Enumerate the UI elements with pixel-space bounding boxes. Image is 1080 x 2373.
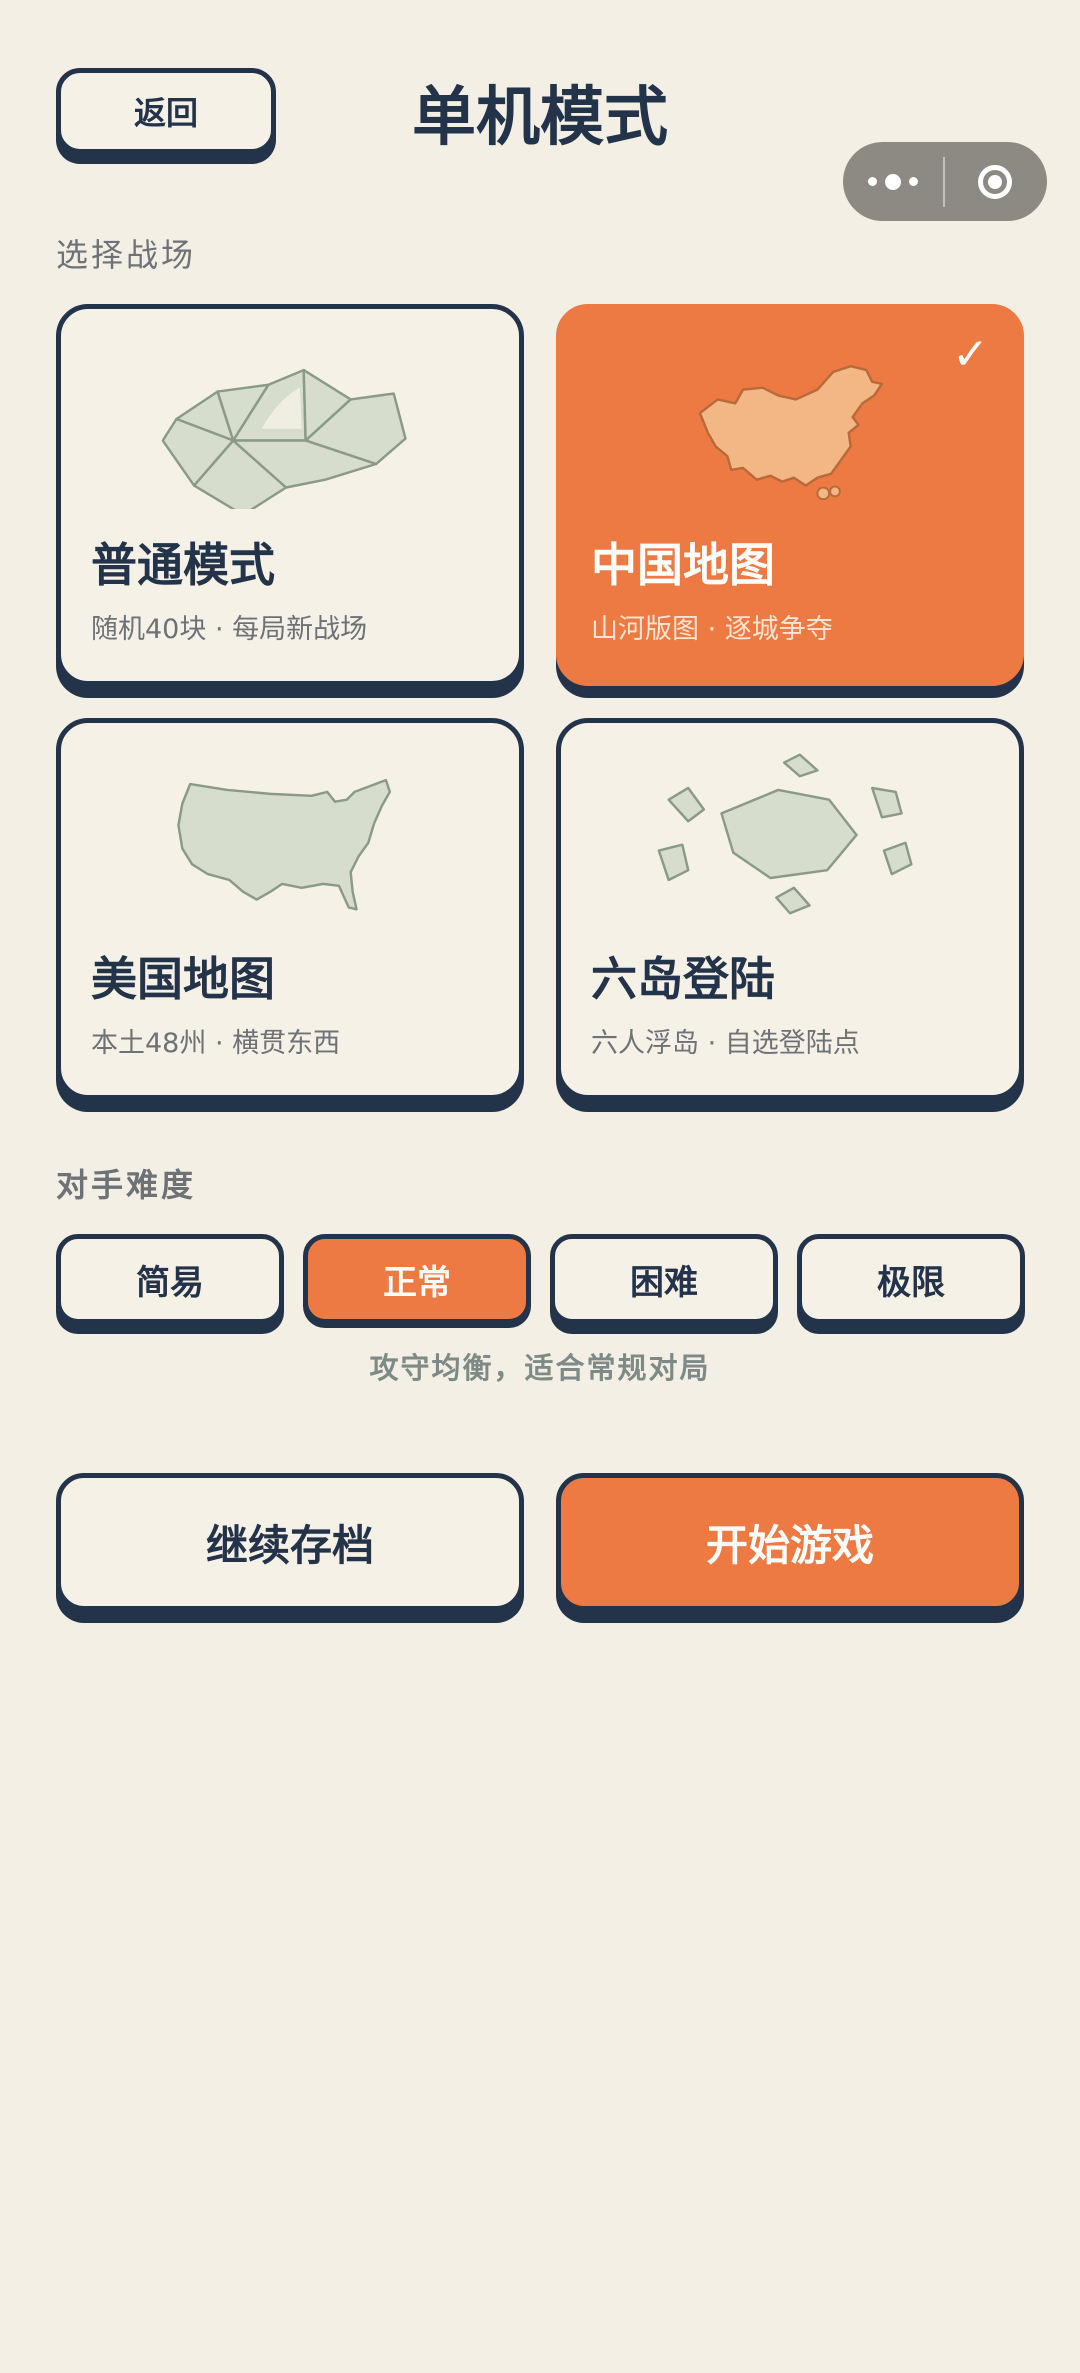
card-title: 美国地图 — [91, 952, 275, 1006]
polygon-map-icon — [161, 368, 407, 509]
difficulty-description: 攻守均衡，适合常规对局 — [369, 1351, 711, 1385]
card-subtitle: 随机40块 · 每局新战场 — [91, 614, 368, 645]
continue-save-label: 继续存档 — [205, 1520, 374, 1570]
usa-map-icon — [177, 778, 392, 911]
back-button-label: 返回 — [133, 94, 198, 132]
more-dots-icon[interactable] — [843, 142, 943, 221]
card-title: 普通模式 — [91, 538, 275, 592]
start-game-label: 开始游戏 — [705, 1520, 874, 1570]
battlefield-card-usa[interactable]: 美国地图 本土48州 · 横贯东西 — [56, 718, 524, 1100]
page-title: 单机模式 — [412, 81, 668, 155]
continue-save-button[interactable]: 继续存档 — [56, 1473, 524, 1611]
card-title: 六岛登陆 — [591, 952, 775, 1006]
start-game-button[interactable]: 开始游戏 — [556, 1473, 1024, 1611]
difficulty-section-label: 对手难度 — [56, 1166, 197, 1204]
difficulty-option-easy[interactable]: 简易 — [56, 1234, 284, 1324]
card-title: 中国地图 — [591, 538, 775, 592]
battlefield-card-islands[interactable]: 六岛登陆 六人浮岛 · 自选登陆点 — [556, 718, 1024, 1100]
china-map-icon — [698, 364, 884, 501]
selected-check-icon: ✓ — [952, 329, 989, 380]
mini-program-capsule — [843, 142, 1047, 221]
difficulty-option-hard[interactable]: 困难 — [550, 1234, 778, 1324]
battlefield-section-label: 选择战场 — [56, 236, 197, 274]
card-subtitle: 六人浮岛 · 自选登陆点 — [591, 1028, 860, 1059]
difficulty-option-normal[interactable]: 正常 — [303, 1234, 531, 1324]
difficulty-option-extreme[interactable]: 极限 — [797, 1234, 1025, 1324]
target-circle-icon[interactable] — [945, 142, 1045, 221]
islands-icon — [657, 753, 913, 915]
battlefield-card-china[interactable]: ✓ 中国地图 山河版图 · 逐城争夺 — [556, 304, 1024, 686]
battlefield-card-normal[interactable]: 普通模式 随机40块 · 每局新战场 — [56, 304, 524, 686]
back-button[interactable]: 返回 — [56, 68, 276, 154]
card-subtitle: 山河版图 · 逐城争夺 — [591, 614, 833, 645]
card-subtitle: 本土48州 · 横贯东西 — [91, 1028, 341, 1059]
